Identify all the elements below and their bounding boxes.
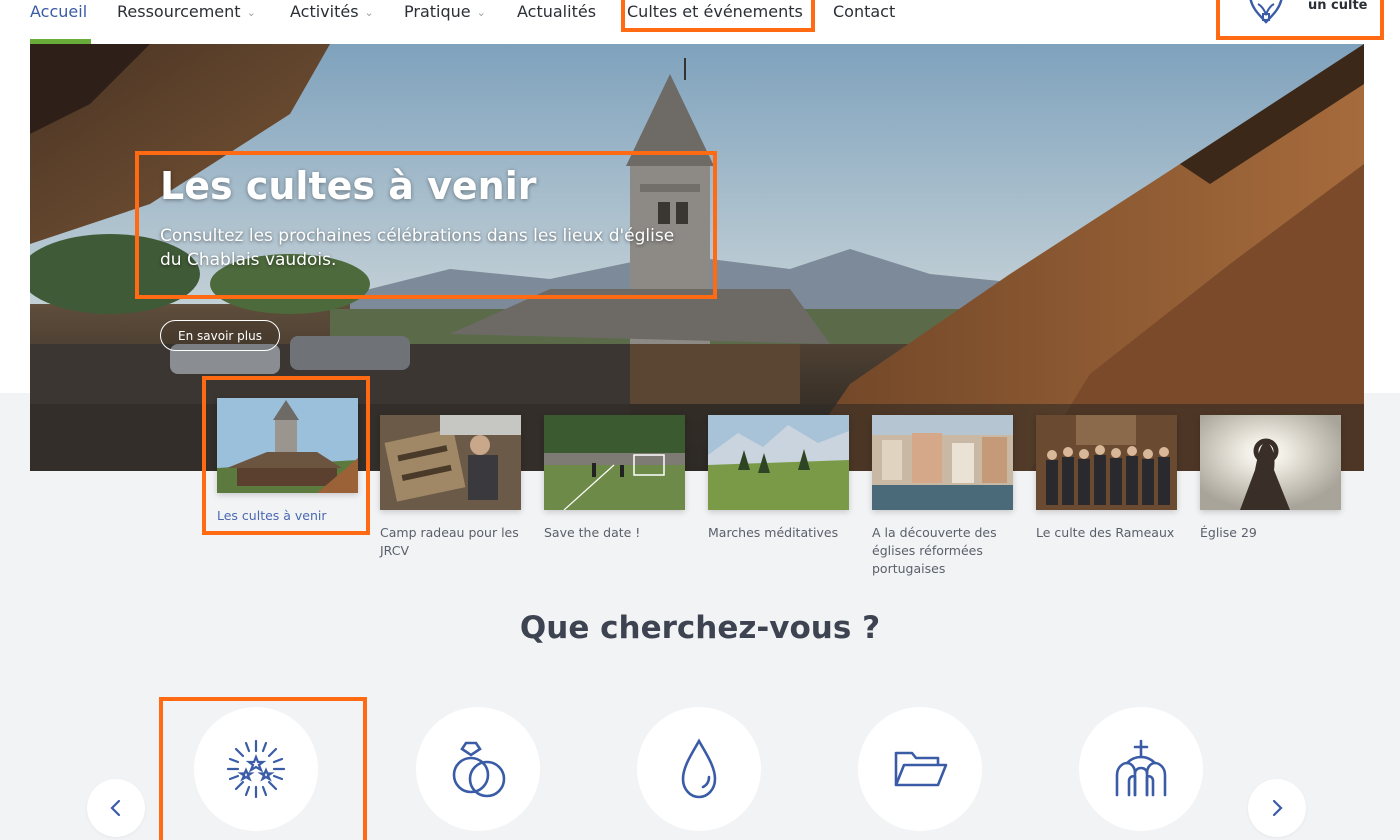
slide-thumb-image [1036,415,1177,510]
nav-item-label: Contact [833,2,896,21]
slide-thumb-1[interactable]: Les cultes à venir [217,398,358,525]
nav-item-ressourcement[interactable]: Ressourcement ⌄ [117,0,256,44]
church-icon [1115,739,1167,797]
slide-caption: Camp radeau pour les JRCV [380,525,519,558]
nav-item-label: Pratique [404,2,471,21]
category-documents[interactable] [858,707,982,831]
nav-item-pratique[interactable]: Pratique ⌄ [404,0,486,44]
slide-thumb-image [872,415,1013,510]
main-nav: Accueil Ressourcement ⌄ Activités ⌄ Prat… [0,0,1400,44]
slide-thumb-image [217,398,358,493]
carousel-prev-button[interactable] [87,779,145,837]
sparkle-stars-icon [226,739,286,799]
slide-caption: Église 29 [1200,525,1257,540]
slide-thumb-3[interactable]: Save the date ! [544,415,685,542]
chevron-down-icon: ⌄ [476,6,486,19]
find-cult-label: un culte [1308,0,1368,13]
folder-open-icon [894,751,948,787]
slide-thumb-6[interactable]: Le culte des Rameaux [1036,415,1177,542]
category-bapteme[interactable] [637,707,761,831]
slide-thumb-7[interactable]: Église 29 [1200,415,1341,542]
learn-more-button[interactable]: En savoir plus [160,320,280,351]
nav-item-label: Accueil [30,2,88,21]
wedding-rings-icon [452,741,506,798]
chevron-down-icon: ⌄ [364,6,374,19]
slide-thumb-image [1200,415,1341,510]
slide-caption: Marches méditatives [708,525,839,540]
category-mariage[interactable] [416,707,540,831]
nav-item-cultes-evenements[interactable]: Cultes et événements [627,0,803,44]
water-drop-icon [681,738,717,799]
nav-item-label: Cultes et événements [627,2,803,21]
nav-item-activites[interactable]: Activités ⌄ [290,0,374,44]
nav-item-contact[interactable]: Contact [833,0,895,44]
carousel-next-button[interactable] [1248,779,1306,837]
nav-item-actualites[interactable]: Actualités [517,0,596,44]
hero-title: Les cultes à venir [160,164,537,208]
map-pin-icon [1249,0,1283,24]
slide-thumb-5[interactable]: A la découverte des églises réformées po… [872,415,1013,578]
slide-caption: Save the date ! [544,525,641,540]
nav-item-accueil[interactable]: Accueil [30,0,87,44]
category-lieux-eglise[interactable] [1079,707,1203,831]
slide-caption: Les cultes à venir [217,508,327,523]
chevron-left-icon [110,799,121,817]
nav-item-label: Ressourcement [117,2,241,21]
chevron-right-icon [1272,799,1283,817]
category-celebrations[interactable] [194,707,318,831]
slide-thumb-image [380,415,521,510]
slide-caption: A la découverte des églises réformées po… [872,525,997,576]
nav-item-label: Activités [290,2,359,21]
find-cult-button[interactable]: un culte [1218,0,1384,40]
search-section-title: Que cherchez-vous ? [519,610,881,646]
hero-description: Consultez les prochaines célébrations da… [160,226,675,270]
slide-thumb-2[interactable]: Camp radeau pour les JRCV [380,415,521,560]
slide-thumb-image [708,415,849,510]
slide-caption: Le culte des Rameaux [1036,525,1175,540]
chevron-down-icon: ⌄ [246,6,256,19]
nav-item-label: Actualités [517,2,597,21]
slide-thumb-image [544,415,685,510]
slide-thumb-4[interactable]: Marches méditatives [708,415,849,542]
